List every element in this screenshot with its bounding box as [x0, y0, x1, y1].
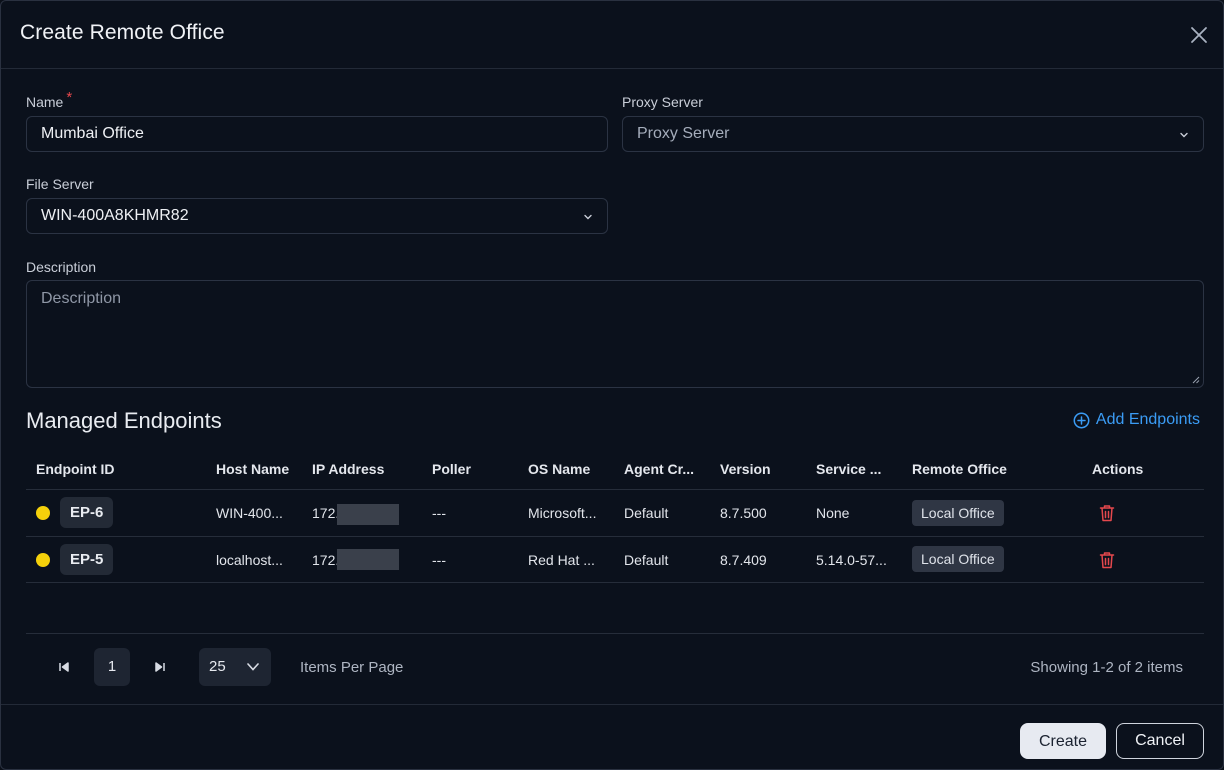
table-divider: [26, 582, 1204, 583]
file-server-value: WIN-400A8KHMR82: [41, 207, 189, 224]
ip-redaction: [337, 504, 399, 525]
poller-cell: ---: [432, 505, 446, 521]
service-cell: 5.14.0-57...: [816, 552, 887, 568]
required-mark: *: [66, 89, 73, 106]
trash-icon[interactable]: [1099, 551, 1115, 569]
create-remote-office-dialog: Create Remote Office Name * Mumbai Office…: [0, 0, 1224, 770]
column-header-agent[interactable]: Agent Cr...: [624, 461, 694, 477]
version-cell: 8.7.500: [720, 505, 767, 521]
name-input[interactable]: Mumbai Office: [26, 116, 608, 152]
table-divider: [26, 536, 1204, 537]
managed-endpoints-title: Managed Endpoints: [26, 408, 222, 433]
host-name-cell: WIN-400...: [216, 505, 283, 521]
first-page-icon[interactable]: [56, 659, 72, 675]
remote-office-badge: Local Office: [912, 546, 1004, 572]
add-endpoints-label: Add Endpoints: [1095, 411, 1200, 428]
version-cell: 8.7.409: [720, 552, 767, 568]
endpoint-id-badge[interactable]: EP-5: [60, 544, 114, 575]
last-page-icon[interactable]: [152, 659, 168, 675]
poller-cell: ---: [432, 552, 446, 568]
column-header-poller[interactable]: Poller: [432, 461, 471, 477]
page-1-button[interactable]: 1: [94, 648, 130, 686]
status-dot: [36, 506, 50, 520]
add-endpoints-button[interactable]: Add Endpoints: [1073, 411, 1200, 429]
column-header-version[interactable]: Version: [720, 461, 771, 477]
proxy-server-label: Proxy Server: [622, 94, 703, 110]
column-header-os-name[interactable]: OS Name: [528, 461, 590, 477]
per-page-value: 25: [209, 658, 226, 675]
endpoint-id-badge[interactable]: EP-6: [60, 497, 114, 528]
footer-divider: [1, 704, 1223, 705]
ip-redaction: [337, 549, 399, 570]
agent-cell: Default: [624, 505, 669, 521]
items-per-page-label: Items Per Page: [300, 659, 404, 676]
trash-icon[interactable]: [1099, 504, 1115, 522]
dialog-title: Create Remote Office: [20, 21, 225, 44]
column-header-actions: Actions: [1092, 461, 1144, 477]
status-dot: [36, 553, 50, 567]
ip-address-cell: 172.: [312, 505, 340, 521]
chevron-down-icon: [1180, 132, 1188, 138]
host-name-cell: localhost...: [216, 552, 283, 568]
ip-address-cell: 172.: [312, 552, 340, 568]
dialog-header: Create Remote Office: [1, 1, 1223, 69]
file-server-label: File Server: [26, 176, 94, 192]
file-server-select[interactable]: WIN-400A8KHMR82: [26, 198, 608, 234]
proxy-server-placeholder: Proxy Server: [637, 125, 730, 142]
description-label: Description: [26, 259, 97, 275]
pager-divider: [26, 633, 1204, 634]
remote-office-badge: Local Office: [912, 500, 1004, 526]
chevron-down-icon: [584, 214, 592, 220]
chevron-down-icon: [247, 663, 259, 671]
agent-cell: Default: [624, 552, 669, 568]
showing-summary: Showing 1-2 of 2 items: [1030, 659, 1183, 676]
name-label: Name *: [26, 89, 72, 111]
cancel-button[interactable]: Cancel: [1116, 723, 1204, 759]
os-name-cell: Microsoft...: [528, 505, 597, 521]
plus-circle-icon: [1073, 412, 1090, 428]
column-header-service[interactable]: Service ...: [816, 461, 881, 477]
column-header-ip-address[interactable]: IP Address: [312, 461, 384, 477]
column-header-host-name[interactable]: Host Name: [216, 461, 289, 477]
items-per-page-select[interactable]: 25: [199, 648, 271, 686]
create-button[interactable]: Create: [1020, 723, 1106, 759]
close-icon[interactable]: [1187, 23, 1211, 47]
service-cell: None: [816, 505, 850, 521]
description-placeholder: Description: [41, 290, 122, 307]
description-textarea[interactable]: Description: [26, 280, 1204, 388]
resize-handle-icon[interactable]: [1192, 376, 1200, 384]
os-name-cell: Red Hat ...: [528, 552, 595, 568]
table-divider: [26, 489, 1204, 490]
column-header-endpoint-id[interactable]: Endpoint ID: [36, 461, 115, 477]
proxy-server-select[interactable]: Proxy Server: [622, 116, 1204, 152]
name-label-text: Name: [26, 94, 64, 110]
column-header-remote-office[interactable]: Remote Office: [912, 461, 1007, 477]
